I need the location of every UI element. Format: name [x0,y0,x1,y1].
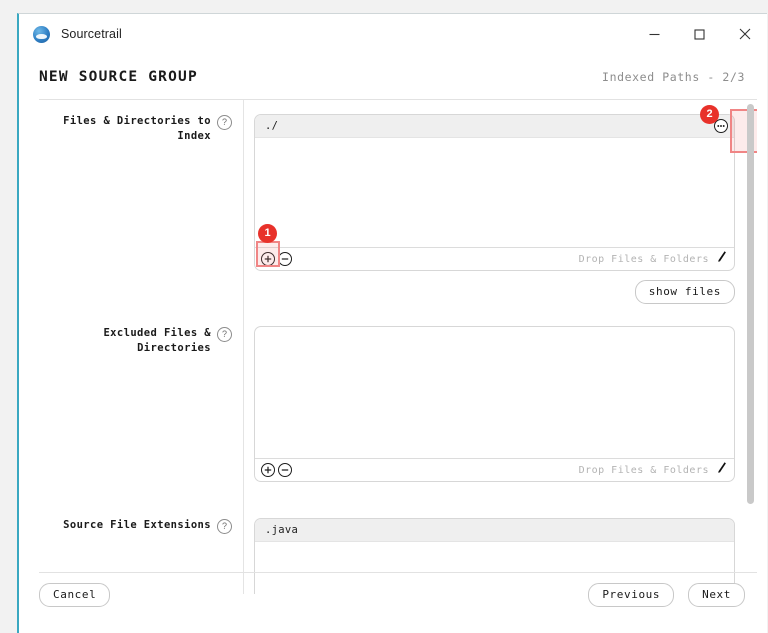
form-column-divider [243,100,244,594]
title-bar: Sourcetrail [19,14,767,54]
vertical-scrollbar[interactable] [747,104,754,590]
remove-path-icon[interactable] [278,252,292,266]
help-icon-files-directories[interactable]: ? [217,115,232,130]
drop-hint-label: Drop Files & Folders [578,253,709,265]
add-excluded-icon[interactable] [261,463,275,477]
dialog-header: NEW SOURCE GROUP Indexed Paths - 2/3 [19,54,767,99]
close-icon[interactable] [722,14,767,54]
window-controls [632,14,767,54]
add-remove-group [261,463,292,477]
step-indicator: Indexed Paths - 2/3 [602,69,745,84]
dialog-footer: Cancel Previous Next [39,572,757,633]
label-excluded-files-directories: Excluded Files & Directories [39,326,211,356]
sourcetrail-window: Sourcetrail NEW SOURCE GROUP Indexed Pat… [17,13,767,633]
files-directories-listbox[interactable]: ./ Drop Files & Folders [254,114,735,271]
list-item[interactable]: .java [255,519,734,542]
label-source-file-extensions: Source File Extensions [39,518,211,533]
previous-button[interactable]: Previous [588,583,675,607]
maximize-icon[interactable] [677,14,722,54]
pencil-icon[interactable] [716,461,727,479]
add-path-icon[interactable] [261,252,275,266]
label-line-1: Source File Extensions [63,519,211,531]
label-line-1: Excluded Files & [103,327,211,339]
drop-hint-label: Drop Files & Folders [578,464,709,476]
excluded-files-toolbar: Drop Files & Folders [255,458,734,481]
navigation-buttons: Previous Next [588,583,745,607]
add-remove-group [261,252,292,266]
list-item[interactable]: ./ [255,115,734,138]
help-icon-source-extensions[interactable]: ? [217,519,232,534]
next-button[interactable]: Next [688,583,745,607]
files-directories-list[interactable]: ./ [255,115,734,248]
files-directories-toolbar: Drop Files & Folders [255,247,734,270]
excluded-files-listbox[interactable]: Drop Files & Folders [254,326,735,482]
minimize-icon[interactable] [632,14,677,54]
window-title: Sourcetrail [61,27,122,41]
footer-buttons: Cancel Previous Next [39,583,745,607]
label-line-2: Directories [137,342,211,354]
sourcetrail-logo-icon [33,25,50,43]
remove-excluded-icon[interactable] [278,463,292,477]
vertical-scrollbar-thumb[interactable] [747,104,754,504]
cancel-button[interactable]: Cancel [39,583,111,607]
label-line-2: Index [177,130,211,142]
show-files-button[interactable]: show files [634,280,735,304]
annotation-badge-2: 2 [700,105,719,124]
pencil-icon[interactable] [716,250,727,268]
form-scroll-area: Files & Directories to Index ? ./ Drop F… [39,99,757,594]
label-files-directories-to-index: Files & Directories to Index [39,114,211,144]
label-line-1: Files & Directories to [63,115,211,127]
help-icon-excluded-files[interactable]: ? [217,327,232,342]
list-item-label: .java [265,524,299,536]
list-item-label: ./ [265,120,279,132]
excluded-files-list[interactable] [255,327,734,459]
page-title: NEW SOURCE GROUP [39,68,198,85]
annotation-badge-1: 1 [258,224,277,243]
